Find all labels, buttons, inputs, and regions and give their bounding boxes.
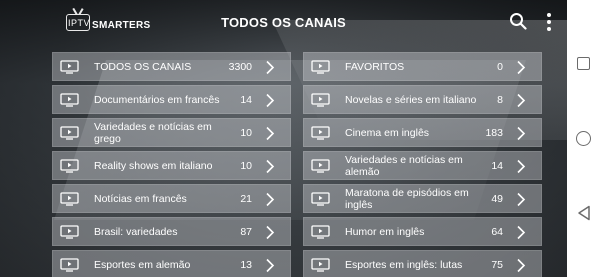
category-count: 21 xyxy=(240,192,252,205)
chevron-right-icon xyxy=(266,159,275,174)
category-count: 10 xyxy=(240,126,252,139)
category-count: 14 xyxy=(240,93,252,106)
category-tile[interactable]: Variedades e notícias em alemão 14 xyxy=(303,151,542,180)
category-count: 0 xyxy=(497,60,503,73)
category-tile[interactable]: Notícias em francês 21 xyxy=(52,184,291,213)
chevron-right-icon xyxy=(517,126,526,141)
tv-icon xyxy=(311,192,330,206)
tv-icon xyxy=(60,192,79,206)
home-circle-icon[interactable] xyxy=(576,131,591,146)
category-count: 75 xyxy=(491,258,503,271)
more-vertical-icon[interactable] xyxy=(544,12,554,32)
category-label: Notícias em francês xyxy=(94,192,187,205)
category-count: 49 xyxy=(491,192,503,205)
chevron-right-icon xyxy=(266,60,275,75)
category-label: Documentários em francês xyxy=(94,93,220,106)
category-tile[interactable]: Reality shows em italiano 10 xyxy=(52,151,291,180)
category-label: Variedades e notícias em alemão xyxy=(345,153,463,178)
category-label: Brasil: variedades xyxy=(94,225,178,238)
category-tile[interactable]: Esportes em alemão 13 xyxy=(52,250,291,277)
tv-icon xyxy=(60,60,79,74)
category-tile[interactable]: Variedades e notícias em grego 10 xyxy=(52,118,291,147)
category-label: Esportes em alemão xyxy=(94,258,191,271)
recents-square-icon[interactable] xyxy=(577,57,590,70)
category-count: 10 xyxy=(240,159,252,172)
category-tile[interactable]: Cinema em inglês 183 xyxy=(303,118,542,147)
chevron-right-icon xyxy=(517,192,526,207)
category-label: Variedades e notícias em grego xyxy=(94,120,212,145)
category-label: Humor em inglês xyxy=(345,225,425,238)
tv-icon xyxy=(60,258,79,272)
category-tile[interactable]: Esportes em inglês: lutas 75 xyxy=(303,250,542,277)
tv-icon xyxy=(60,159,79,173)
category-tile[interactable]: TODOS OS CANAIS 3300 xyxy=(52,52,291,81)
chevron-right-icon xyxy=(266,258,275,273)
category-count: 183 xyxy=(485,126,503,139)
chevron-right-icon xyxy=(266,93,275,108)
category-tile[interactable]: Maratona de episódios em inglês 49 xyxy=(303,184,542,213)
category-count: 8 xyxy=(497,93,503,106)
page-title: TODOS OS CANAIS xyxy=(221,15,346,30)
category-label: Reality shows em italiano xyxy=(94,159,213,172)
category-count: 3300 xyxy=(228,60,252,73)
category-tile[interactable]: Novelas e séries em italiano 8 xyxy=(303,85,542,114)
search-icon[interactable] xyxy=(509,12,527,30)
tv-icon xyxy=(311,93,330,107)
category-label: Maratona de episódios em inglês xyxy=(345,186,469,211)
chevron-right-icon xyxy=(517,258,526,273)
chevron-right-icon xyxy=(517,93,526,108)
tv-icon xyxy=(60,126,79,140)
chevron-right-icon xyxy=(517,60,526,75)
tv-icon xyxy=(311,60,330,74)
tv-icon xyxy=(311,159,330,173)
android-nav-bar xyxy=(567,0,600,277)
chevron-right-icon xyxy=(266,192,275,207)
chevron-right-icon xyxy=(517,159,526,174)
category-count: 13 xyxy=(240,258,252,271)
tv-icon xyxy=(311,258,330,272)
chevron-right-icon xyxy=(517,225,526,240)
app-header: IPTV SMARTERS TODOS OS CANAIS xyxy=(0,0,567,46)
category-tile[interactable]: Humor em inglês 64 xyxy=(303,217,542,246)
category-label: TODOS OS CANAIS xyxy=(94,60,192,73)
tv-icon xyxy=(311,126,330,140)
back-triangle-icon[interactable] xyxy=(577,205,591,221)
chevron-right-icon xyxy=(266,225,275,240)
tv-icon xyxy=(60,93,79,107)
category-label: Esportes em inglês: lutas xyxy=(345,258,463,271)
category-label: Novelas e séries em italiano xyxy=(345,93,477,106)
category-count: 14 xyxy=(491,159,503,172)
category-tile[interactable]: Documentários em francês 14 xyxy=(52,85,291,114)
category-count: 87 xyxy=(240,225,252,238)
category-tile[interactable]: Brasil: variedades 87 xyxy=(52,217,291,246)
chevron-right-icon xyxy=(266,126,275,141)
category-label: FAVORITOS xyxy=(345,60,405,73)
category-label: Cinema em inglês xyxy=(345,126,430,139)
category-count: 64 xyxy=(491,225,503,238)
tv-icon xyxy=(311,225,330,239)
category-tile[interactable]: FAVORITOS 0 xyxy=(303,52,542,81)
tv-icon xyxy=(60,225,79,239)
app-screen: IPTV SMARTERS TODOS OS CANAIS TODOS OS C… xyxy=(0,0,567,277)
